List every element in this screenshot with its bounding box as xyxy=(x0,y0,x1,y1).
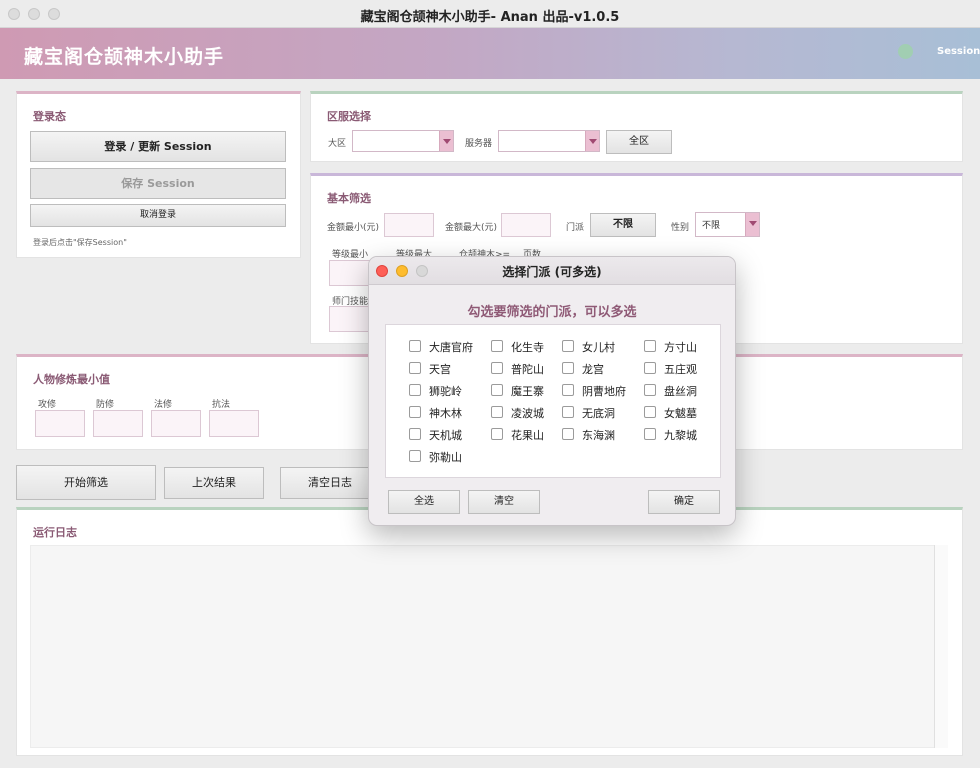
checkbox-icon[interactable] xyxy=(644,406,656,418)
attack-cultivation-label: 攻修 xyxy=(38,400,57,410)
checkbox-icon[interactable] xyxy=(409,340,421,352)
school-select-dialog: 选择门派 (可多选) 勾选要筛选的门派，可以多选 大唐官府 化生寺 女儿村 方寸… xyxy=(368,256,736,526)
select-all-button[interactable]: 全选 xyxy=(388,490,460,514)
checkbox-icon[interactable] xyxy=(409,384,421,396)
chevron-down-icon xyxy=(745,213,759,236)
last-result-button[interactable]: 上次结果 xyxy=(164,467,264,499)
checkbox-icon[interactable] xyxy=(644,340,656,352)
checkbox-icon[interactable] xyxy=(491,428,503,440)
price-min-input[interactable] xyxy=(384,213,434,237)
checkbox-icon[interactable] xyxy=(409,428,421,440)
checkbox-icon[interactable] xyxy=(491,340,503,352)
login-update-session-button[interactable]: 登录 / 更新 Session xyxy=(30,131,286,162)
defense-cultivation-label: 防修 xyxy=(96,400,115,410)
checkbox-icon[interactable] xyxy=(409,406,421,418)
checkbox-icon[interactable] xyxy=(644,428,656,440)
school-picker-button[interactable]: 不限 xyxy=(590,213,656,237)
resist-cultivation-label: 抗法 xyxy=(212,400,231,410)
log-output[interactable] xyxy=(30,545,948,748)
dialog-heading: 勾选要筛选的门派，可以多选 xyxy=(467,305,637,320)
checkbox-icon[interactable] xyxy=(644,362,656,374)
clear-selection-button[interactable]: 清空 xyxy=(468,490,540,514)
session-label: Session xyxy=(937,46,980,57)
login-panel: 登录态 登录 / 更新 Session 保存 Session 取消登录 登录后点… xyxy=(16,91,301,258)
gender-select-value: 不限 xyxy=(702,221,721,231)
checkbox-icon[interactable] xyxy=(491,384,503,396)
school-options-box: 大唐官府 化生寺 女儿村 方寸山 天宫 普陀山 龙宫 五庄观 狮驼岭 魔王寨 阴… xyxy=(385,324,721,478)
checkbox-icon[interactable] xyxy=(562,384,574,396)
start-filter-button[interactable]: 开始筛选 xyxy=(16,465,156,500)
confirm-button[interactable]: 确定 xyxy=(648,490,720,514)
level-min-label: 等级最小 xyxy=(332,250,369,260)
chevron-down-icon xyxy=(585,131,599,151)
dialog-title: 选择门派 (可多选) xyxy=(502,265,602,279)
area-select[interactable] xyxy=(352,130,454,152)
server-select[interactable] xyxy=(498,130,600,152)
cultivation-section-title: 人物修炼最小值 xyxy=(33,373,110,386)
area-label: 大区 xyxy=(328,139,347,149)
school-label: 门派 xyxy=(566,223,585,233)
server-label: 服务器 xyxy=(465,139,493,149)
log-scrollbar[interactable] xyxy=(934,545,948,748)
dialog-titlebar: 选择门派 (可多选) xyxy=(369,257,735,285)
defense-cultivation-input[interactable] xyxy=(93,410,143,437)
clear-log-button[interactable]: 清空日志 xyxy=(280,467,380,499)
window-titlebar: 藏宝阁仓颉神木小助手- Anan 出品-v1.0.5 xyxy=(0,0,980,28)
checkbox-icon[interactable] xyxy=(562,362,574,374)
magic-cultivation-label: 法修 xyxy=(154,400,173,410)
region-section-title: 区服选择 xyxy=(327,110,371,123)
magic-cultivation-input[interactable] xyxy=(151,410,201,437)
window-title: 藏宝阁仓颉神木小助手- Anan 出品-v1.0.5 xyxy=(360,10,620,25)
checkbox-icon[interactable] xyxy=(562,340,574,352)
checkbox-icon[interactable] xyxy=(491,362,503,374)
gender-select[interactable]: 不限 xyxy=(695,212,760,237)
app-banner: 藏宝阁仓颉神木小助手 Session xyxy=(0,28,980,79)
price-max-label: 金额最大(元) xyxy=(445,223,498,233)
logout-button[interactable]: 取消登录 xyxy=(30,204,286,227)
gender-label: 性别 xyxy=(671,223,690,233)
login-section-title: 登录态 xyxy=(33,110,66,123)
price-min-label: 金额最小(元) xyxy=(327,223,380,233)
checkbox-icon[interactable] xyxy=(409,450,421,462)
log-panel: 运行日志 xyxy=(16,507,963,756)
region-panel: 区服选择 大区 服务器 全区 xyxy=(310,91,963,162)
chevron-down-icon xyxy=(439,131,453,151)
checkbox-icon[interactable] xyxy=(644,384,656,396)
price-max-input[interactable] xyxy=(501,213,551,237)
checkbox-icon[interactable] xyxy=(562,428,574,440)
login-hint: 登录后点击"保存Session" xyxy=(33,238,127,247)
attack-cultivation-input[interactable] xyxy=(35,410,85,437)
log-section-title: 运行日志 xyxy=(33,526,77,539)
checkbox-icon[interactable] xyxy=(409,362,421,374)
save-session-button[interactable]: 保存 Session xyxy=(30,168,286,199)
all-regions-button[interactable]: 全区 xyxy=(606,130,672,154)
app-title: 藏宝阁仓颉神木小助手 xyxy=(24,46,225,68)
session-status-indicator xyxy=(898,44,913,59)
resist-cultivation-input[interactable] xyxy=(209,410,259,437)
checkbox-icon[interactable] xyxy=(562,406,574,418)
filter-section-title: 基本筛选 xyxy=(327,192,371,205)
checkbox-icon[interactable] xyxy=(491,406,503,418)
